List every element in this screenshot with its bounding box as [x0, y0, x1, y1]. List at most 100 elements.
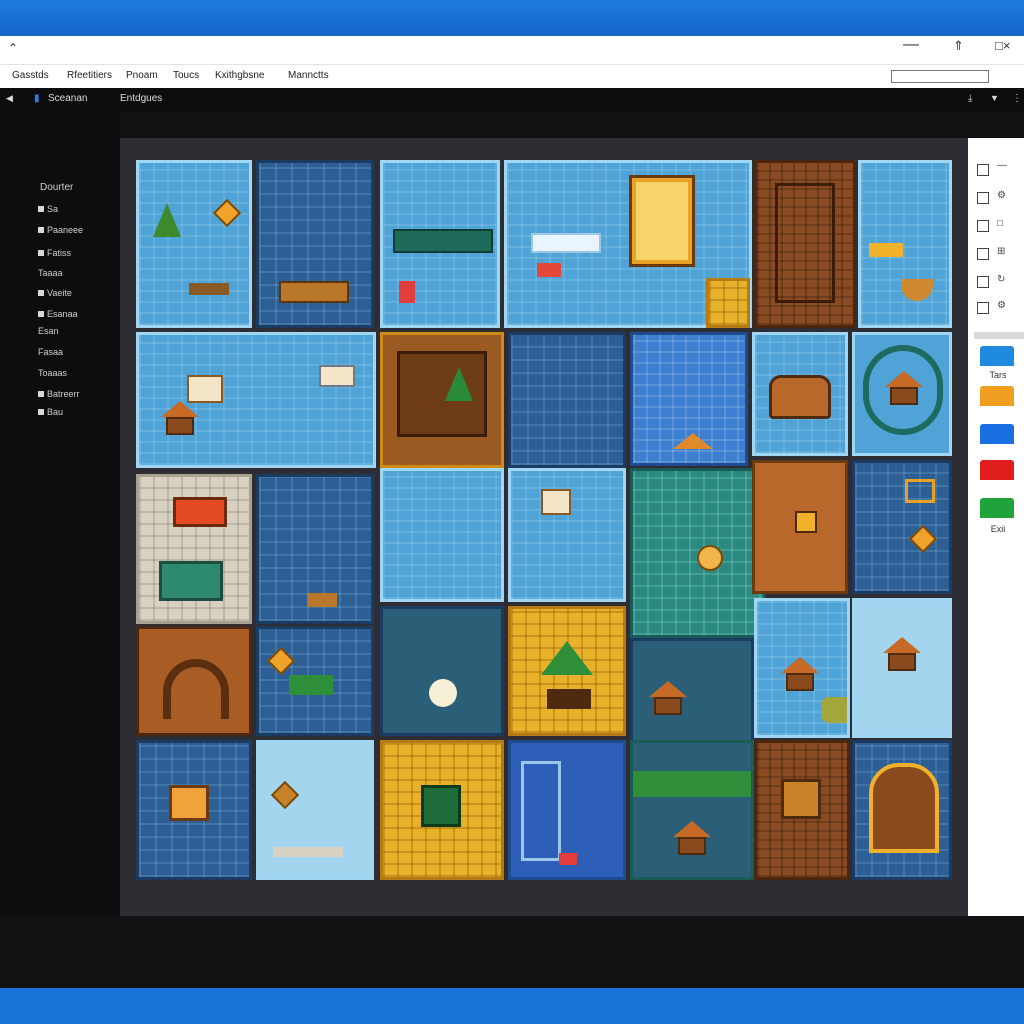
archway-icon	[163, 659, 229, 719]
sidebar-item[interactable]: Bau	[38, 407, 63, 417]
map-tile[interactable]	[858, 160, 952, 328]
menu-item[interactable]: Pnoam	[126, 70, 158, 81]
map-tile[interactable]	[256, 160, 374, 328]
map-tile[interactable]	[754, 160, 856, 328]
toolbar-label[interactable]: Sceanan	[48, 93, 87, 104]
map-canvas[interactable]	[120, 138, 968, 916]
sidebar-item[interactable]: Taaaa	[38, 268, 63, 278]
chest-icon	[559, 853, 577, 865]
map-tile[interactable]	[852, 598, 952, 738]
map-tile[interactable]	[630, 332, 748, 466]
map-tile[interactable]	[508, 468, 626, 602]
map-tile[interactable]	[630, 740, 754, 880]
desktop-top-strip	[0, 0, 1024, 36]
map-tile[interactable]	[630, 638, 754, 746]
send-icon[interactable]: ◀	[6, 93, 13, 104]
link-icon[interactable]: ⊞	[997, 246, 1005, 257]
map-tile[interactable]	[754, 598, 850, 738]
map-tile[interactable]	[256, 474, 374, 624]
map-tile[interactable]	[852, 332, 952, 456]
sidebar-header: Dourter	[40, 182, 74, 193]
menu-item[interactable]: Kxithgbsne	[215, 70, 264, 81]
gear-icon[interactable]: ⚙	[997, 300, 1006, 311]
plant-icon	[445, 367, 473, 401]
map-tile[interactable]	[852, 740, 952, 880]
frame-icon	[905, 479, 935, 503]
map-tile[interactable]	[752, 460, 848, 594]
sidebar-item[interactable]: Esanaa	[38, 309, 78, 319]
map-tile[interactable]	[752, 332, 848, 456]
sidebar-item[interactable]: Fasaa	[38, 347, 63, 357]
map-tile[interactable]	[754, 740, 850, 880]
map-tile[interactable]	[256, 740, 374, 880]
color-swatch[interactable]	[980, 386, 1014, 406]
bookmark-icon[interactable]: ▮	[34, 93, 40, 104]
collapse-chevron-icon[interactable]: ⌃	[8, 41, 18, 55]
house-icon	[883, 637, 921, 671]
stamp-tool-icon[interactable]	[977, 276, 989, 288]
save-icon	[38, 391, 44, 397]
rock-icon	[307, 593, 337, 607]
color-swatch[interactable]	[980, 424, 1014, 444]
rotate-icon[interactable]: ↻	[997, 274, 1005, 285]
map-tile[interactable]	[136, 626, 252, 736]
house-icon	[673, 821, 711, 855]
sidebar-item[interactable]: Vaeite	[38, 288, 72, 298]
map-tile[interactable]	[380, 740, 504, 880]
color-swatch[interactable]	[980, 346, 1014, 366]
menu-item[interactable]: Toucs	[173, 70, 199, 81]
map-tile[interactable]	[256, 626, 374, 736]
map-tile[interactable]	[380, 468, 504, 602]
dropdown-icon[interactable]: ▼	[990, 93, 999, 103]
color-swatch[interactable]	[980, 498, 1014, 518]
paste-tool-icon[interactable]	[977, 220, 989, 232]
copy-tool-icon[interactable]	[977, 192, 989, 204]
sidebar-item[interactable]: Sa	[38, 204, 58, 214]
menu-item[interactable]: Gasstds	[12, 70, 49, 81]
swatch-label: Exii	[990, 524, 1006, 534]
restore-close-icon[interactable]: □×	[995, 38, 1010, 53]
map-tile[interactable]	[380, 160, 500, 328]
map-tile[interactable]	[136, 332, 376, 468]
map-tile[interactable]	[136, 160, 252, 328]
sidebar-item[interactable]: Batreerr	[38, 389, 80, 399]
menu-item[interactable]: Mannctts	[288, 70, 329, 81]
gem-icon	[266, 646, 296, 676]
sidebar-item[interactable]: Esan	[38, 326, 59, 336]
map-tile[interactable]	[380, 332, 504, 468]
cabin-icon	[397, 351, 487, 437]
map-tile[interactable]	[706, 278, 750, 328]
settings-icon[interactable]: ⚙	[997, 190, 1006, 201]
sidebar-item[interactable]: Fatiss	[38, 248, 71, 258]
frame-icon[interactable]: □	[997, 218, 1003, 229]
map-tile[interactable]	[630, 468, 766, 638]
layer-tool-icon[interactable]	[977, 248, 989, 260]
search-input[interactable]	[891, 70, 989, 83]
house-icon	[769, 375, 831, 419]
map-tile[interactable]	[508, 332, 626, 468]
sidebar-item[interactable]: Paaneee	[38, 225, 83, 235]
map-tile[interactable]	[380, 606, 504, 736]
table-icon	[159, 561, 223, 601]
more-icon[interactable]: ⋮	[1012, 93, 1022, 104]
map-tile[interactable]	[508, 606, 626, 736]
title-bar: ⌃ — ⇑ □×	[0, 36, 1024, 65]
window-icon	[319, 365, 355, 387]
eraser-tool-icon[interactable]	[977, 302, 989, 314]
map-tile[interactable]	[136, 474, 252, 624]
help-icon[interactable]: ⇑	[953, 38, 964, 54]
dock-icon	[273, 847, 343, 857]
menu-item[interactable]: Rfeetitiers	[67, 70, 112, 81]
door-icon	[521, 761, 561, 861]
toolbar-label[interactable]: Entdgues	[120, 93, 162, 104]
map-tile[interactable]	[136, 740, 252, 880]
tree-icon	[153, 203, 181, 237]
color-swatch[interactable]	[980, 460, 1014, 480]
select-tool-icon[interactable]	[977, 164, 989, 176]
map-tile[interactable]	[852, 460, 952, 594]
map-tile[interactable]	[508, 740, 626, 880]
upload-icon[interactable]: ⤓	[968, 93, 972, 104]
minimize-icon[interactable]: —	[903, 36, 919, 54]
sidebar-item[interactable]: Toaaas	[38, 368, 67, 378]
collapse-icon[interactable]: —	[997, 160, 1007, 171]
